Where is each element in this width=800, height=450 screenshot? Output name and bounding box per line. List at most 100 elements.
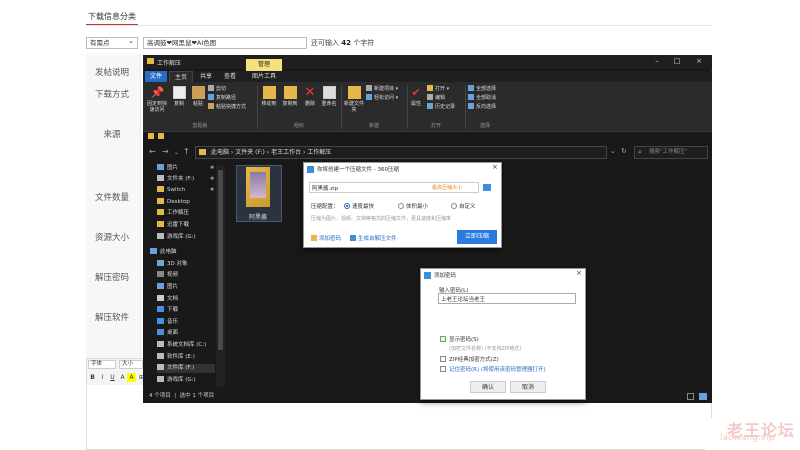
dropdown-icon[interactable]: ⌄	[610, 147, 616, 155]
nav-item[interactable]: 文件夹 (F:)	[157, 175, 194, 184]
breadcrumb-item[interactable]: 工作解压	[307, 149, 331, 156]
tab-share[interactable]: 共享	[195, 71, 217, 82]
new-folder-button[interactable]: 新建文件夹	[344, 86, 364, 113]
details-view-icon[interactable]	[687, 393, 694, 400]
paste-button[interactable]: 粘贴	[191, 86, 205, 107]
nav-item[interactable]: 迅雷下载	[157, 221, 189, 230]
invert-selection-button[interactable]: 反向选择	[468, 103, 496, 111]
nav-item[interactable]: 音乐	[157, 318, 178, 327]
search-input[interactable]: 搜索"工作解压"	[634, 146, 708, 159]
up-icon[interactable]: ↑	[183, 147, 190, 156]
size-select[interactable]: 大小	[119, 360, 143, 369]
easy-access-button[interactable]: 轻松访问 ▾	[366, 94, 398, 102]
nav-item-label: 文件库 (F:)	[167, 365, 195, 371]
forward-icon[interactable]: →	[162, 147, 169, 156]
label-unzip-software: 解压软件	[94, 313, 129, 323]
nav-item[interactable]: 软件库 (E:)	[157, 353, 195, 362]
nav-item-label: 3D 对象	[167, 261, 188, 267]
pin-button[interactable]: 📌 固定到快速访问	[145, 86, 169, 113]
delete-icon: ✕	[304, 85, 316, 100]
tab-home[interactable]: 主页	[169, 71, 193, 82]
properties-button[interactable]: ✔ 属性	[409, 86, 423, 107]
back-icon[interactable]: ←	[149, 147, 156, 156]
cut-button[interactable]: 剪切	[208, 85, 226, 93]
folder-icon	[157, 186, 164, 192]
nav-item[interactable]: Switch	[157, 186, 185, 195]
select-none-icon	[468, 94, 474, 100]
history-button[interactable]: 历史记录	[427, 103, 455, 111]
option-fastest[interactable]: 速度最快	[344, 202, 374, 210]
option-smallest[interactable]: 体积最小	[398, 202, 428, 210]
nav-item[interactable]: 游戏库 (G:)	[157, 376, 196, 385]
browse-folder-icon[interactable]	[483, 184, 491, 191]
select-none-button[interactable]: 全部取消	[468, 94, 496, 102]
close-icon[interactable]: ×	[576, 269, 582, 277]
show-password-checkbox[interactable]: 显示密码(S)	[440, 335, 479, 343]
chevron-down-icon[interactable]: ⌄	[174, 149, 179, 156]
add-password-link[interactable]: 添加密码	[319, 234, 341, 242]
computer-icon	[150, 248, 157, 254]
nav-item[interactable]: Desktop	[157, 198, 190, 207]
nav-item[interactable]: 下载	[157, 306, 178, 315]
nav-item[interactable]: 桌面	[157, 329, 178, 338]
font-color-button[interactable]: A	[118, 373, 127, 382]
close-icon[interactable]: ×	[492, 163, 498, 171]
italic-button[interactable]: I	[98, 373, 107, 382]
picture-icon	[157, 283, 164, 289]
breadcrumb-item[interactable]: 文件夹 (F:)	[235, 149, 265, 156]
manage-tab[interactable]: 管理	[246, 59, 282, 71]
nav-item-selected[interactable]: 文件库 (F:)	[157, 364, 215, 373]
nav-item-this-pc[interactable]: 此电脑	[150, 248, 177, 257]
sfx-link[interactable]: 生成自解压文件	[358, 234, 397, 242]
underline-button[interactable]: U	[108, 373, 117, 382]
copy-button[interactable]: 复制	[172, 86, 186, 107]
title-input[interactable]: 高调鼓❤网黑鼠❤AI色图	[143, 37, 307, 49]
new-item-button[interactable]: 新建项目 ▾	[366, 85, 398, 93]
nav-item[interactable]: 3D 对象	[157, 260, 187, 269]
category-tab[interactable]: 下载信息分类	[86, 8, 138, 26]
nav-item[interactable]: 游戏库 (G:)	[157, 233, 196, 242]
checkbox-checked-icon	[440, 336, 446, 342]
font-select[interactable]: 字体	[88, 360, 116, 369]
option-custom[interactable]: 自定义	[451, 202, 476, 210]
rename-button[interactable]: 重命名	[320, 86, 338, 107]
delete-button[interactable]: ✕ 删除	[303, 86, 317, 107]
paste-shortcut-button[interactable]: 粘贴快捷方式	[208, 103, 246, 111]
invert-icon	[468, 103, 474, 109]
large-icons-view-icon[interactable]	[699, 393, 707, 400]
nav-item[interactable]: 文档	[157, 295, 178, 304]
breadcrumb-item[interactable]: 此电脑	[211, 149, 229, 156]
status-selected: 选中 1 个项目	[179, 393, 215, 399]
copy-to-button[interactable]: 复制到	[281, 86, 299, 107]
zip-compat-checkbox[interactable]: ZIP经典加密方式(Z)	[440, 355, 499, 363]
refresh-icon[interactable]: ↻	[621, 147, 627, 155]
nav-item[interactable]: 视频	[157, 271, 178, 280]
ok-button[interactable]: 确认	[470, 381, 506, 393]
select-all-button[interactable]: 全部选择	[468, 85, 496, 93]
open-button[interactable]: 打开 ▾	[427, 85, 449, 93]
breadcrumb-item[interactable]: 老王工作台	[271, 149, 301, 156]
address-bar[interactable]: 此电脑 › 文件夹 (F:) › 老王工作台 › 工作解压	[195, 146, 607, 159]
cancel-button[interactable]: 取消	[510, 381, 546, 393]
tab-file[interactable]: 文件	[145, 71, 167, 82]
nav-scroll-thumb[interactable]	[218, 170, 223, 350]
nav-item[interactable]: 工作解压	[157, 209, 189, 218]
tab-view[interactable]: 查看	[219, 71, 241, 82]
category-select[interactable]: 有需点	[86, 36, 138, 49]
tab-picture-tools[interactable]: 图片工具	[246, 71, 282, 82]
edit-button[interactable]: 编辑	[427, 94, 445, 102]
maximize-icon[interactable]: □	[672, 56, 682, 66]
move-to-button[interactable]: 移动到	[260, 86, 278, 107]
bg-color-button[interactable]: A	[127, 373, 136, 382]
copy-icon	[172, 86, 186, 99]
nav-item[interactable]: 图片	[157, 283, 178, 292]
remember-password-checkbox[interactable]: 记住密码(R) (将使用该密码管理器打开)	[440, 365, 546, 373]
bold-button[interactable]: B	[88, 373, 97, 382]
nav-item[interactable]: 图片	[157, 164, 178, 173]
close-icon[interactable]: ×	[694, 56, 704, 66]
minimize-icon[interactable]: –	[652, 56, 662, 66]
copy-path-button[interactable]: 复制路径	[208, 94, 236, 102]
start-compress-button[interactable]: 立即压缩	[457, 230, 497, 244]
nav-item[interactable]: 系统文档库 (C:)	[157, 341, 206, 350]
folder-icon	[157, 198, 164, 204]
